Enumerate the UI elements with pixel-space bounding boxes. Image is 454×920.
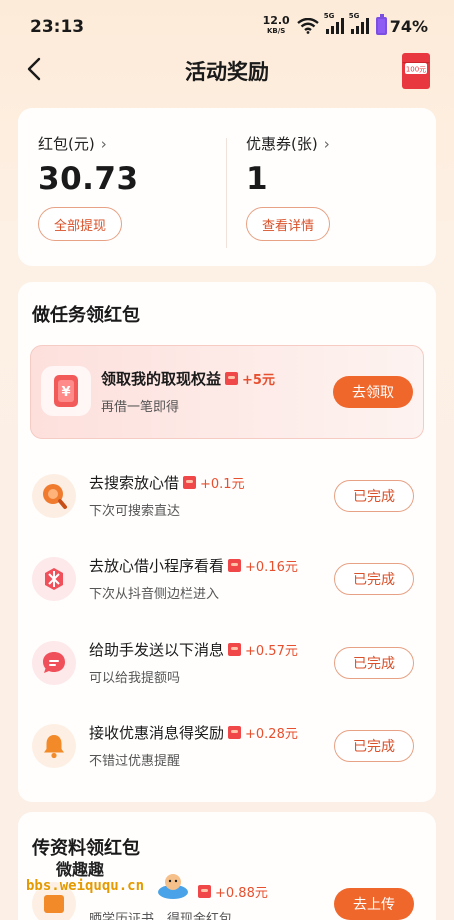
mini-red-packet-icon — [183, 476, 197, 489]
mini-program-icon — [32, 557, 76, 601]
task-row-text: 给助手发送以下消息 +0.57元 可以给我提额吗 — [89, 639, 298, 686]
sim2-tag: 5G — [348, 12, 360, 20]
status-time: 23:13 — [30, 17, 85, 37]
task-row: 给助手发送以下消息 +0.57元 可以给我提额吗 已完成 — [18, 633, 436, 693]
chevron-right-icon: › — [323, 134, 330, 153]
hongbao-section: 红包(元) › 30.73 全部提现 — [38, 133, 139, 241]
sim1-tag: 5G — [323, 12, 335, 20]
task-reward: +0.88元 — [215, 886, 268, 901]
task-row-text: 去搜索放心借 +0.1元 下次可搜索直达 — [89, 472, 245, 519]
watermark: 微趣趣 bbs.weiququ.cn — [26, 856, 188, 899]
task-title: 接收优惠消息得奖励 — [89, 724, 225, 742]
coupon-label: 优惠券(张) — [246, 135, 318, 153]
task-title: 去搜索放心借 — [89, 474, 180, 492]
red-packet-label: 100元 — [406, 66, 426, 74]
net-speed-value: 12.0 — [262, 14, 290, 27]
task-title: 给助手发送以下消息 — [89, 641, 225, 659]
upload-button[interactable]: 去上传 — [334, 888, 414, 920]
net-speed-unit: KB/S — [266, 27, 286, 35]
page-title: 活动奖励 — [185, 60, 269, 84]
featured-task-title: 领取我的取现权益 — [101, 370, 222, 388]
task-subtitle: 下次从抖音侧边栏进入 — [89, 587, 220, 602]
wifi-icon — [296, 18, 319, 34]
balance-card: 红包(元) › 30.73 全部提现 优惠券(张) › 1 查看详情 — [18, 108, 436, 266]
mini-red-packet-icon — [198, 885, 211, 898]
coupon-section: 优惠券(张) › 1 查看详情 — [246, 133, 331, 241]
chat-icon — [32, 641, 76, 685]
mini-red-packet-icon — [228, 559, 242, 572]
chevron-right-icon: › — [100, 134, 107, 153]
featured-task-reward: +5元 — [242, 373, 275, 388]
task-subtitle: 下次可搜索直达 — [89, 504, 181, 519]
featured-task-title-row: 领取我的取现权益 +5元 — [101, 368, 275, 389]
completed-button[interactable]: 已完成 — [334, 647, 414, 679]
coupon-value: 1 — [246, 161, 269, 197]
mini-red-packet-icon — [228, 643, 242, 656]
net-speed: 12.0 KB/S — [262, 14, 290, 36]
featured-task-subtitle: 再借一笔即得 — [101, 400, 180, 415]
search-icon — [32, 474, 76, 518]
mini-red-packet-icon — [225, 372, 239, 385]
completed-button[interactable]: 已完成 — [334, 563, 414, 595]
mascot-icon — [158, 874, 188, 899]
svg-text:¥: ¥ — [61, 385, 70, 400]
task-reward: +0.57元 — [245, 644, 298, 659]
task-title-row: 去放心借小程序看看 +0.16元 — [89, 555, 298, 576]
divider — [226, 138, 227, 248]
task-title-row: 接收优惠消息得奖励 +0.28元 — [89, 722, 298, 743]
task-title: 去放心借小程序看看 — [89, 557, 225, 575]
task-subtitle: 不错过优惠提醒 — [89, 754, 181, 769]
task-reward: +0.1元 — [200, 477, 245, 492]
coupon-label-link[interactable]: 优惠券(张) › — [246, 133, 330, 154]
task-row-text: 接收优惠消息得奖励 +0.28元 不错过优惠提醒 — [89, 722, 298, 769]
signal-icon-sim1: 5G — [324, 12, 344, 34]
task-row: 去放心借小程序看看 +0.16元 下次从抖音侧边栏进入 已完成 — [18, 549, 436, 609]
task-row: 接收优惠消息得奖励 +0.28元 不错过优惠提醒 已完成 — [18, 716, 436, 776]
featured-task-text: 领取我的取现权益 +5元 再借一笔即得 — [101, 368, 275, 415]
status-bar: 23:13 12.0 KB/S 5G 5G 74% — [0, 0, 454, 52]
red-packet-icon[interactable]: 100元 — [400, 52, 432, 90]
claim-button[interactable]: 去领取 — [333, 376, 413, 408]
completed-button[interactable]: 已完成 — [334, 730, 414, 762]
hongbao-value: 30.73 — [38, 161, 139, 197]
featured-task: ¥ 领取我的取现权益 +5元 再借一笔即得 去领取 — [30, 345, 424, 439]
nav-bar: 活动奖励 100元 — [0, 52, 454, 90]
wallet-card-icon: ¥ — [41, 366, 91, 416]
battery-percent: 74% — [389, 16, 428, 36]
task-row: 去搜索放心借 +0.1元 下次可搜索直达 已完成 — [18, 466, 436, 526]
watermark-url: bbs.weiququ.cn — [26, 878, 145, 894]
bell-icon — [32, 724, 76, 768]
task-title-row: 给助手发送以下消息 +0.57元 — [89, 639, 298, 660]
task-row-text: 去放心借小程序看看 +0.16元 下次从抖音侧边栏进入 — [89, 555, 298, 602]
task-reward: +0.28元 — [245, 727, 298, 742]
withdraw-all-button[interactable]: 全部提现 — [38, 207, 123, 241]
task-subtitle: 晒学历证书，得现金红包 — [89, 912, 233, 920]
hongbao-label-link[interactable]: 红包(元) › — [38, 133, 139, 154]
status-icons: 12.0 KB/S 5G 5G 74% — [262, 12, 428, 36]
signal-icon-sim2: 5G — [349, 12, 369, 34]
task-card: 做任务领红包 ¥ 领取我的取现权益 +5元 再借一笔即得 去领取 去搜索放心借 … — [18, 282, 436, 802]
task-section-title: 做任务领红包 — [32, 305, 140, 326]
view-details-button[interactable]: 查看详情 — [246, 207, 331, 241]
completed-button[interactable]: 已完成 — [334, 480, 414, 512]
task-subtitle: 可以给我提额吗 — [89, 671, 181, 686]
hongbao-label: 红包(元) — [38, 135, 95, 153]
task-title-row: 去搜索放心借 +0.1元 — [89, 472, 245, 493]
mini-red-packet-icon — [228, 726, 242, 739]
task-reward: +0.16元 — [245, 560, 298, 575]
watermark-title: 微趣趣 — [56, 860, 105, 879]
battery-icon: 74% — [375, 14, 428, 36]
